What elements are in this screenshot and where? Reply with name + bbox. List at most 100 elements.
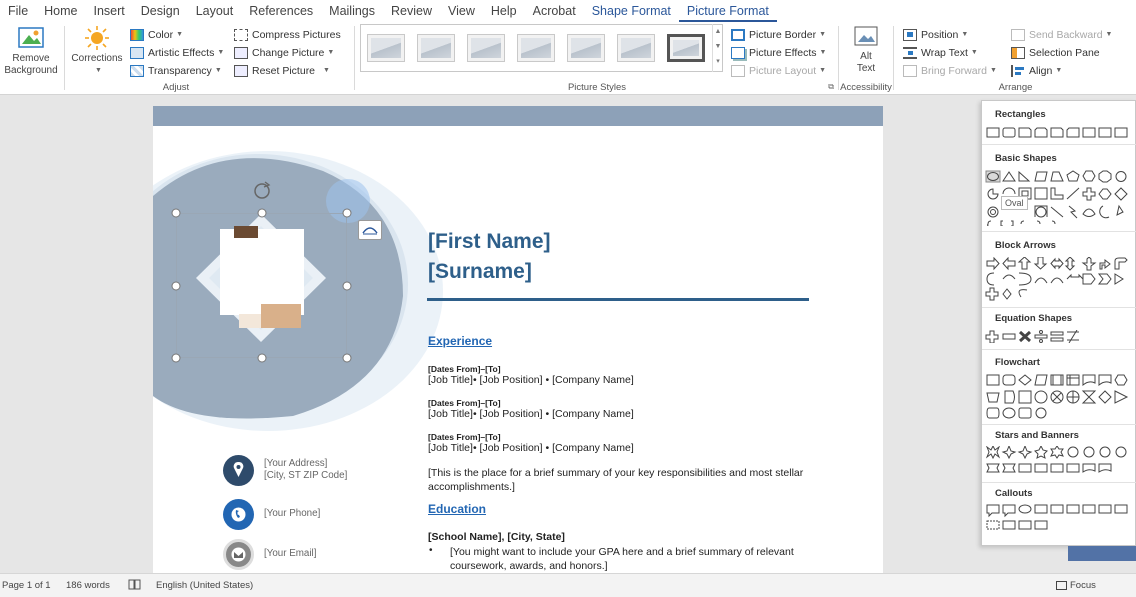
job-dates[interactable]: [Dates From]–[To]: [428, 432, 501, 442]
experience-summary[interactable]: [This is the place for a brief summary o…: [428, 466, 808, 494]
group-arrange: Position ▼ Wrap Text ▼ Bring Forward ▼ Send…: [895, 22, 1136, 95]
tab-review[interactable]: Review: [383, 0, 440, 22]
tab-acrobat[interactable]: Acrobat: [525, 0, 584, 22]
align-button[interactable]: Align ▼: [1011, 62, 1062, 79]
dialog-launcher-icon[interactable]: ⧉: [828, 82, 834, 92]
ribbon: Remove Background Corrections ▼ Color ▼ A…: [0, 22, 1136, 95]
chevron-down-icon: ▼: [95, 67, 102, 74]
picture-style-thumb[interactable]: [417, 34, 455, 62]
chevron-down-icon: ▼: [217, 49, 225, 56]
picture-effects-button[interactable]: Picture Effects ▼: [731, 44, 826, 61]
send-backward-icon: [1011, 28, 1025, 41]
selection-handles[interactable]: [167, 178, 367, 368]
tab-shape-format[interactable]: Shape Format: [584, 0, 679, 22]
job-dates[interactable]: [Dates From]–[To]: [428, 364, 501, 374]
bring-forward-button[interactable]: Bring Forward ▼: [903, 62, 997, 79]
chevron-down-icon: ▼: [970, 49, 978, 56]
tab-layout[interactable]: Layout: [188, 0, 242, 22]
tab-design[interactable]: Design: [133, 0, 188, 22]
equation-shapes-row[interactable]: [985, 330, 1136, 343]
transparency-button[interactable]: Transparency ▼: [130, 62, 222, 79]
alt-text-icon: [854, 26, 878, 46]
phone[interactable]: [Your Phone]: [264, 508, 320, 520]
picture-style-thumb[interactable]: [567, 34, 605, 62]
group-label-adjust: Adjust: [162, 82, 190, 93]
rectangles-row[interactable]: [985, 126, 1136, 139]
corrections-button[interactable]: Corrections ▼: [68, 25, 126, 77]
proofing-icon[interactable]: [128, 578, 142, 593]
picture-style-thumb[interactable]: [517, 34, 555, 62]
education-heading[interactable]: Education: [428, 502, 486, 516]
compress-pictures-button[interactable]: Compress Pictures: [234, 26, 341, 43]
word-count[interactable]: 186 words: [66, 580, 110, 591]
job-dates[interactable]: [Dates From]–[To]: [428, 398, 501, 408]
tab-home[interactable]: Home: [36, 0, 85, 22]
artistic-effects-icon: [130, 46, 144, 59]
picture-layout-button[interactable]: Picture Layout ▼: [731, 62, 826, 79]
picture-style-thumb[interactable]: [367, 34, 405, 62]
picture-border-button[interactable]: Picture Border ▼: [731, 26, 826, 43]
selection-pane-button[interactable]: Selection Pane: [1011, 44, 1100, 61]
surname[interactable]: [Surname]: [428, 260, 532, 284]
experience-heading[interactable]: Experience: [428, 334, 492, 348]
callouts-grid[interactable]: [985, 504, 1136, 534]
chevron-down-icon: ▼: [989, 67, 997, 74]
shapes-section-title: Block Arrows: [995, 240, 1056, 251]
tab-picture-format[interactable]: Picture Format: [678, 0, 777, 22]
bullet-icon: •: [429, 545, 433, 556]
language[interactable]: English (United States): [156, 580, 253, 591]
position-button[interactable]: Position ▼: [903, 26, 968, 43]
layout-options-button[interactable]: [358, 220, 382, 240]
first-name[interactable]: [First Name]: [428, 230, 551, 254]
tab-file[interactable]: File: [0, 0, 36, 22]
picture-styles-gallery: [360, 24, 723, 72]
shapes-section-title: Rectangles: [995, 109, 1046, 120]
reset-picture-button[interactable]: Reset Picture ▼: [234, 62, 330, 79]
remove-background-icon: [18, 27, 44, 48]
picture-style-thumb[interactable]: [467, 34, 505, 62]
tab-references[interactable]: References: [241, 0, 321, 22]
email[interactable]: [Your Email]: [264, 548, 316, 560]
address-line-2[interactable]: [City, ST ZIP Code]: [264, 470, 347, 482]
gallery-scroll[interactable]: ▲ ▼ ▾: [712, 24, 723, 72]
wrap-text-button[interactable]: Wrap Text ▼: [903, 44, 978, 61]
tab-insert[interactable]: Insert: [86, 0, 133, 22]
phone-icon: [223, 499, 254, 530]
tab-help[interactable]: Help: [483, 0, 525, 22]
chevron-down-icon: ▼: [323, 67, 330, 74]
change-picture-button[interactable]: Change Picture ▼: [234, 44, 334, 61]
alt-text-button[interactable]: Alt Text: [843, 25, 889, 75]
change-picture-icon: [234, 46, 248, 59]
chevron-down-icon: ▼: [327, 49, 335, 56]
picture-style-thumb[interactable]: [617, 34, 655, 62]
flowchart-grid[interactable]: [985, 374, 1136, 419]
job-line[interactable]: [Job Title]• [Job Position] • [Company N…: [428, 408, 634, 420]
selection-pane-icon: [1011, 46, 1025, 59]
school-line[interactable]: [School Name], [City, State]: [428, 531, 565, 543]
tab-mailings[interactable]: Mailings: [321, 0, 383, 22]
shapes-section-title: Stars and Banners: [995, 430, 1079, 441]
job-line[interactable]: [Job Title]• [Job Position] • [Company N…: [428, 374, 634, 386]
email-icon: [223, 539, 254, 570]
education-bullet[interactable]: [You might want to include your GPA here…: [450, 545, 815, 573]
remove-background-button[interactable]: Remove Background: [2, 25, 60, 77]
page-count[interactable]: Page 1 of 1: [2, 580, 51, 591]
send-backward-button[interactable]: Send Backward ▼: [1011, 26, 1112, 43]
block-arrows-grid[interactable]: [985, 257, 1136, 302]
picture-effects-icon: [731, 46, 745, 59]
chevron-down-icon: ▼: [819, 49, 827, 56]
tab-view[interactable]: View: [440, 0, 483, 22]
job-line[interactable]: [Job Title]• [Job Position] • [Company N…: [428, 442, 634, 454]
artistic-effects-button[interactable]: Artistic Effects ▼: [130, 44, 224, 61]
color-button[interactable]: Color ▼: [130, 26, 183, 43]
chevron-down-icon: ▼: [214, 67, 222, 74]
rotate-handle-icon[interactable]: [254, 181, 271, 199]
address-line-1[interactable]: [Your Address]: [264, 458, 327, 470]
stars-banners-grid[interactable]: [985, 446, 1136, 476]
compress-icon: [234, 28, 248, 41]
focus-button[interactable]: Focus: [1056, 580, 1096, 591]
picture-layout-icon: [731, 64, 745, 77]
document-page[interactable]: [First Name] [Surname] Experience [Dates…: [153, 106, 883, 573]
picture-style-thumb[interactable]: [667, 34, 705, 62]
position-icon: [903, 28, 917, 41]
